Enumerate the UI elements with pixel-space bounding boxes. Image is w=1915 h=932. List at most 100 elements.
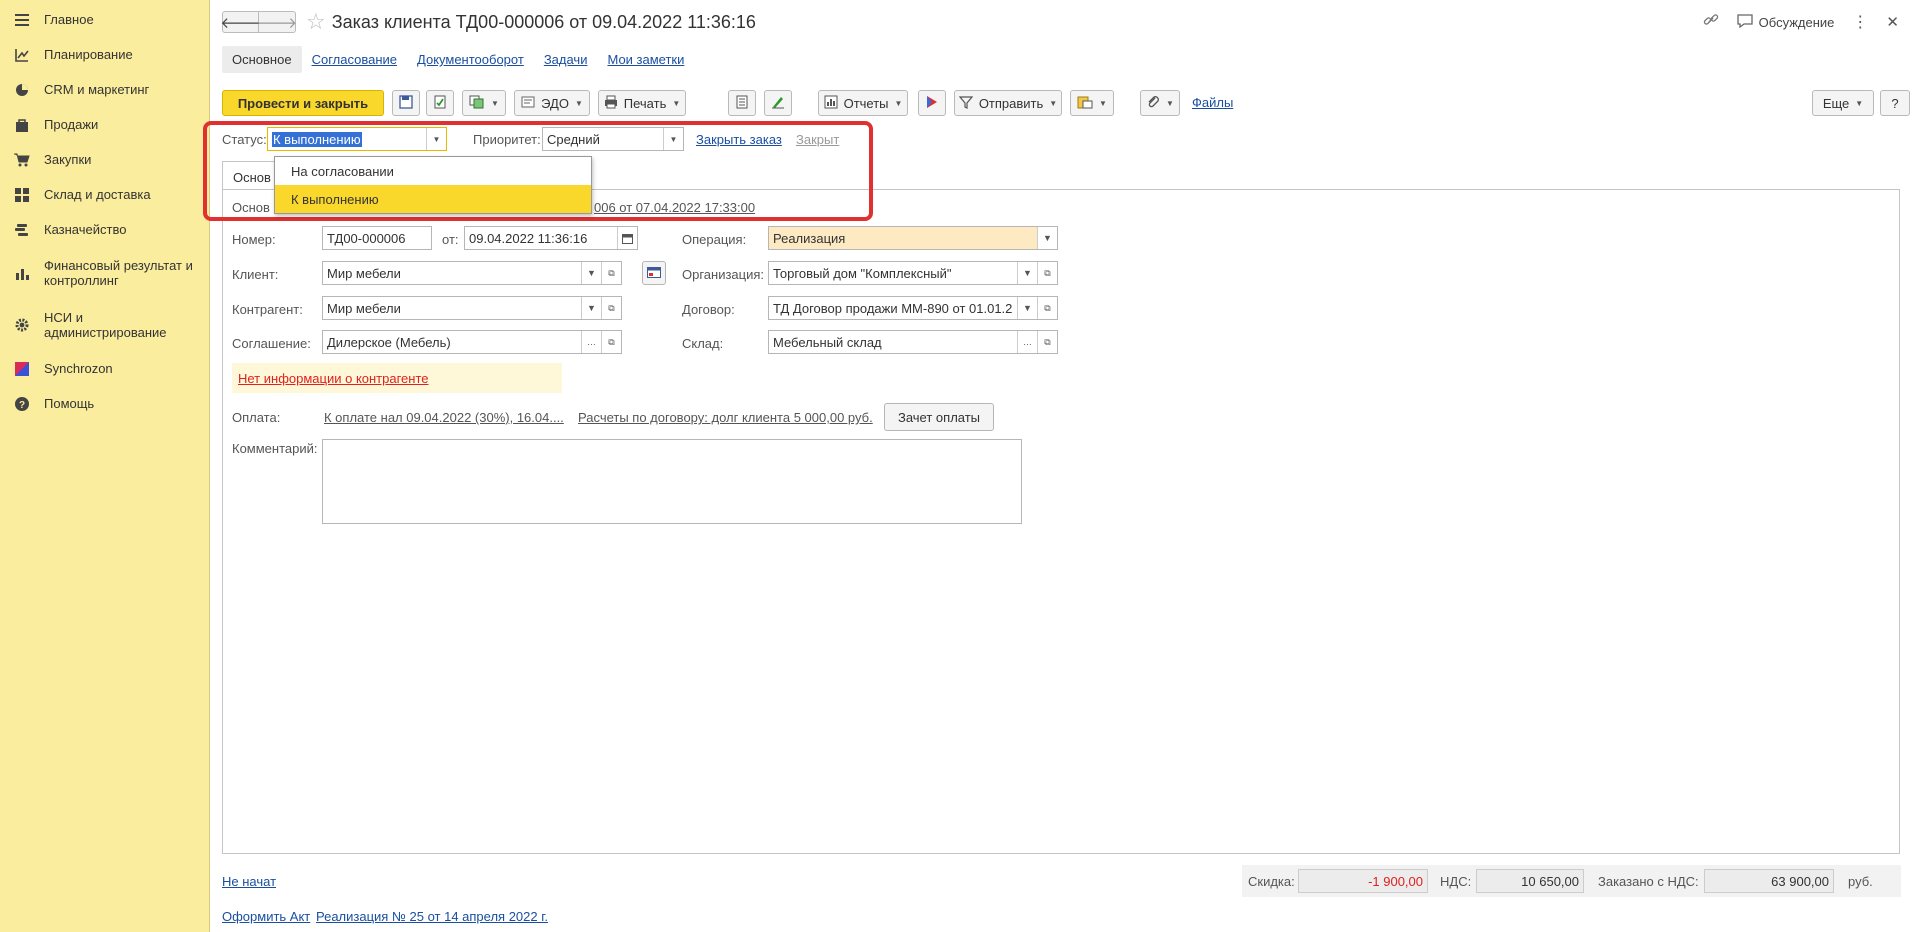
more-menu-icon[interactable]: ⋮ [1852, 12, 1868, 32]
attach-file-button[interactable]: ▼ [1140, 90, 1180, 116]
chevron-down-icon[interactable]: ▼ [1017, 262, 1037, 284]
edo-button[interactable]: ЭДО ▼ [514, 90, 590, 116]
sale-document-link[interactable]: Реализация № 25 от 14 апреля 2022 г. [316, 909, 548, 924]
contract-field[interactable]: ТД Договор продажи ММ-890 от 01.01.2 ▼ ⧉ [768, 296, 1058, 320]
open-link-icon[interactable]: ⧉ [1037, 297, 1057, 319]
edo-icon [521, 95, 535, 112]
vat-value: 10 650,00 [1476, 869, 1584, 893]
help-button[interactable]: ? [1880, 90, 1910, 116]
chevron-down-icon[interactable]: ▼ [663, 128, 683, 150]
calendar-icon[interactable] [617, 227, 637, 249]
sidebar-item-label: Планирование [44, 47, 133, 62]
workflow-button[interactable] [918, 90, 946, 116]
discussion-button[interactable]: Обсуждение [1737, 13, 1835, 31]
open-link-icon[interactable]: ⧉ [601, 331, 621, 353]
ordered-with-vat-label: Заказано с НДС: [1598, 874, 1699, 889]
floppy-disk-icon [399, 94, 413, 112]
close-order-link[interactable]: Закрыть заказ [696, 132, 782, 147]
open-link-icon[interactable]: ⧉ [1037, 331, 1057, 353]
structure-button[interactable] [728, 90, 756, 116]
organization-value: Торговый дом "Комплексный" [773, 265, 952, 281]
ellipsis-select-icon[interactable]: … [1017, 331, 1037, 353]
basis-document-link[interactable]: 006 от 07.04.2022 17:33:00 [594, 200, 755, 215]
sidebar-item-synchrozon[interactable]: Synchrozon [0, 351, 209, 386]
sidebar-item-help[interactable]: ? Помощь [0, 386, 209, 421]
sidebar-item-sales[interactable]: Продажи [0, 107, 209, 142]
sidebar-item-label: Финансовый результат и контроллинг [44, 258, 193, 288]
close-icon[interactable]: ✕ [1886, 13, 1899, 31]
counterparty-warning-link[interactable]: Нет информации о контрагенте [238, 371, 429, 386]
comment-textarea[interactable] [322, 439, 1022, 524]
tab-approval[interactable]: Согласование [302, 46, 407, 73]
priority-select[interactable]: Средний ▼ [542, 127, 684, 151]
settlements-link[interactable]: Расчеты по договору: долг клиента 5 000,… [578, 410, 873, 425]
chevron-down-icon: ▼ [894, 98, 903, 108]
create-based-on-button[interactable]: ▼ [462, 90, 506, 116]
payment-schedule-link[interactable]: К оплате нал 09.04.2022 (30%), 16.04.... [324, 410, 564, 425]
discussion-label: Обсуждение [1758, 14, 1835, 30]
open-link-icon[interactable]: ⧉ [1037, 262, 1057, 284]
date-field[interactable]: 09.04.2022 11:36:16 [464, 226, 638, 250]
sign-button[interactable] [764, 90, 792, 116]
chevron-down-icon[interactable]: ▼ [426, 128, 446, 150]
make-act-link[interactable]: Оформить Акт [222, 909, 310, 924]
sidebar-item-warehouse[interactable]: Склад и доставка [0, 177, 209, 212]
tab-my-notes[interactable]: Мои заметки [597, 46, 694, 73]
sidebar-item-finance[interactable]: Финансовый результат и контроллинг [0, 247, 209, 299]
attachments-menu-button[interactable]: ▼ [1070, 90, 1114, 116]
link-icon[interactable] [1703, 12, 1719, 32]
open-link-icon[interactable]: ⧉ [601, 262, 621, 284]
sidebar-item-crm[interactable]: CRM и маркетинг [0, 72, 209, 107]
discount-label: Скидка: [1248, 874, 1295, 889]
counterparty-warning: Нет информации о контрагенте [232, 363, 562, 393]
save-button[interactable] [392, 90, 420, 116]
tab-tasks[interactable]: Задачи [534, 46, 598, 73]
sidebar-item-planning[interactable]: Планирование [0, 37, 209, 72]
operation-label: Операция: [682, 232, 747, 247]
sidebar-item-purchases[interactable]: Закупки [0, 142, 209, 177]
payment-offset-button[interactable]: Зачет оплаты [884, 403, 994, 431]
warehouse-field[interactable]: Мебельный склад … ⧉ [768, 330, 1058, 354]
sidebar-item-label: Казначейство [44, 222, 127, 237]
ellipsis-select-icon[interactable]: … [581, 331, 601, 353]
client-card-button[interactable] [642, 261, 666, 285]
chevron-down-icon[interactable]: ▼ [1037, 227, 1057, 249]
print-button[interactable]: Печать ▼ [598, 90, 686, 116]
warehouse-label: Склад: [682, 336, 724, 351]
reports-button[interactable]: Отчеты ▼ [818, 90, 908, 116]
operation-select[interactable]: Реализация ▼ [768, 226, 1058, 250]
inner-tab-main[interactable]: Основ [222, 161, 282, 189]
gear-icon [14, 317, 30, 333]
send-button[interactable]: Отправить ▼ [954, 90, 1062, 116]
client-field[interactable]: Мир мебели ▼ ⧉ [322, 261, 622, 285]
tab-main[interactable]: Основное [222, 46, 302, 73]
status-option[interactable]: На согласовании [275, 157, 591, 185]
number-field[interactable]: ТД00-000006 [322, 226, 432, 250]
back-button[interactable]: 🡐 [220, 11, 261, 33]
chevron-down-icon[interactable]: ▼ [581, 297, 601, 319]
chevron-down-icon[interactable]: ▼ [1017, 297, 1037, 319]
tab-document-flow[interactable]: Документооборот [407, 46, 534, 73]
sidebar-item-label: Главное [44, 12, 94, 27]
more-button[interactable]: Еще ▼ [1812, 90, 1874, 116]
sidebar-item-treasury[interactable]: Казначейство [0, 212, 209, 247]
not-started-link[interactable]: Не начат [222, 874, 276, 889]
status-select[interactable]: К выполнению ▼ [267, 127, 447, 151]
chevron-down-icon[interactable]: ▼ [581, 262, 601, 284]
counterparty-value: Мир мебели [327, 300, 401, 316]
files-link[interactable]: Файлы [1192, 95, 1233, 110]
favorite-star-icon[interactable]: ☆ [306, 9, 326, 35]
forward-button[interactable]: 🡒 [257, 11, 297, 33]
post-button[interactable] [426, 90, 454, 116]
status-option-selected[interactable]: К выполнению [275, 185, 591, 213]
sidebar-item-admin[interactable]: НСИ и администрирование [0, 299, 209, 351]
chevron-down-icon: ▼ [491, 98, 499, 108]
post-and-close-button[interactable]: Провести и закрыть [222, 90, 384, 116]
vat-label: НДС: [1440, 874, 1472, 889]
agreement-field[interactable]: Дилерское (Мебель) … ⧉ [322, 330, 622, 354]
open-link-icon[interactable]: ⧉ [601, 297, 621, 319]
sidebar-item-main[interactable]: Главное [0, 2, 209, 37]
counterparty-field[interactable]: Мир мебели ▼ ⧉ [322, 296, 622, 320]
organization-field[interactable]: Торговый дом "Комплексный" ▼ ⧉ [768, 261, 1058, 285]
status-row: Статус: К выполнению ▼ Приоритет: Средни… [222, 127, 922, 151]
